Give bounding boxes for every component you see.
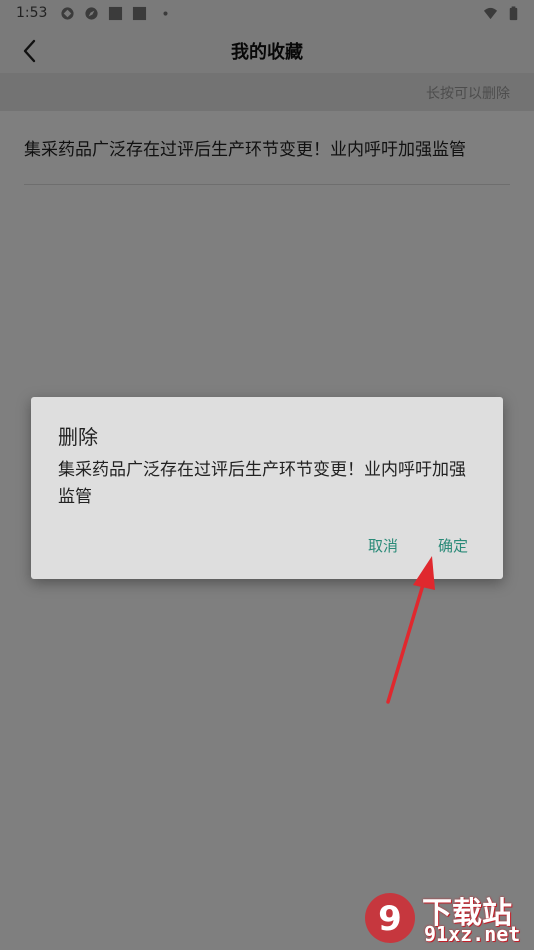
cancel-button[interactable]: 取消 — [364, 533, 402, 558]
confirm-button[interactable]: 确定 — [434, 533, 472, 558]
watermark-en-text: 91xz.net — [424, 922, 521, 946]
dialog-message: 集采药品广泛存在过评后生产环节变更！业内呼吁加强监管 — [58, 460, 466, 507]
dialog-title: 删除 — [58, 425, 98, 449]
delete-dialog: 删除 集采药品广泛存在过评后生产环节变更！业内呼吁加强监管 取消 确定 — [31, 397, 503, 579]
watermark-logo: 9 — [365, 893, 415, 943]
watermark-logo-text: 9 — [378, 899, 402, 939]
site-watermark: 9 下载站 91xz.net — [362, 888, 530, 948]
